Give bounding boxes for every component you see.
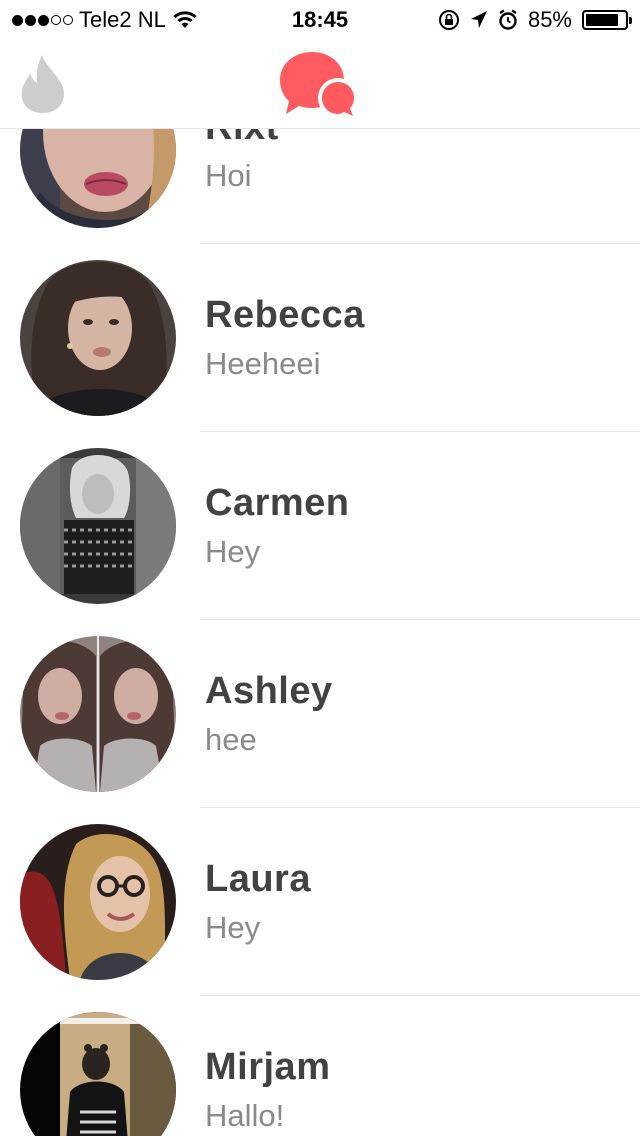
conversation-list: Rixt Hoi Rebecca Heeheei [0, 128, 640, 1136]
battery-percent: 85% [527, 7, 572, 32]
avatar[interactable] [20, 636, 176, 792]
battery-icon [582, 10, 632, 30]
avatar[interactable] [20, 128, 176, 228]
alarm-icon [499, 9, 517, 30]
top-navigation-bar [0, 40, 640, 129]
conversation-row-rixt[interactable]: Rixt Hoi [0, 128, 640, 244]
last-message: Heeheei [205, 346, 321, 381]
last-message: hee [205, 722, 257, 757]
location-arrow-icon [470, 11, 487, 28]
conversation-row-laura[interactable]: Laura Hey [0, 808, 640, 996]
status-bar: Tele2 NL 18:45 85% [0, 0, 640, 40]
match-name: Carmen [205, 482, 350, 524]
rotation-lock-icon [438, 10, 459, 30]
avatar[interactable] [20, 448, 176, 604]
status-bar-right: 85% [438, 7, 632, 33]
avatar[interactable] [20, 824, 176, 980]
conversation-row-mirjam[interactable]: Mirjam Hallo! [0, 996, 640, 1136]
last-message: Hallo! [205, 1098, 285, 1133]
conversation-row-carmen[interactable]: Carmen Hey [0, 432, 640, 620]
match-name: Mirjam [205, 1046, 331, 1088]
last-message: Hey [205, 910, 261, 945]
battery-level [586, 14, 618, 26]
conversation-row-rebecca[interactable]: Rebecca Heeheei [0, 244, 640, 432]
match-name: Rebecca [205, 294, 365, 336]
avatar[interactable] [20, 1012, 176, 1136]
flame-icon[interactable] [18, 53, 68, 115]
match-name: Rixt [205, 128, 279, 149]
last-message: Hoi [205, 158, 252, 193]
match-name: Ashley [205, 670, 333, 712]
avatar[interactable] [20, 260, 176, 416]
last-message: Hey [205, 534, 261, 569]
chat-bubbles-icon[interactable] [278, 50, 362, 120]
conversation-row-ashley[interactable]: Ashley hee [0, 620, 640, 808]
match-name: Laura [205, 858, 311, 900]
